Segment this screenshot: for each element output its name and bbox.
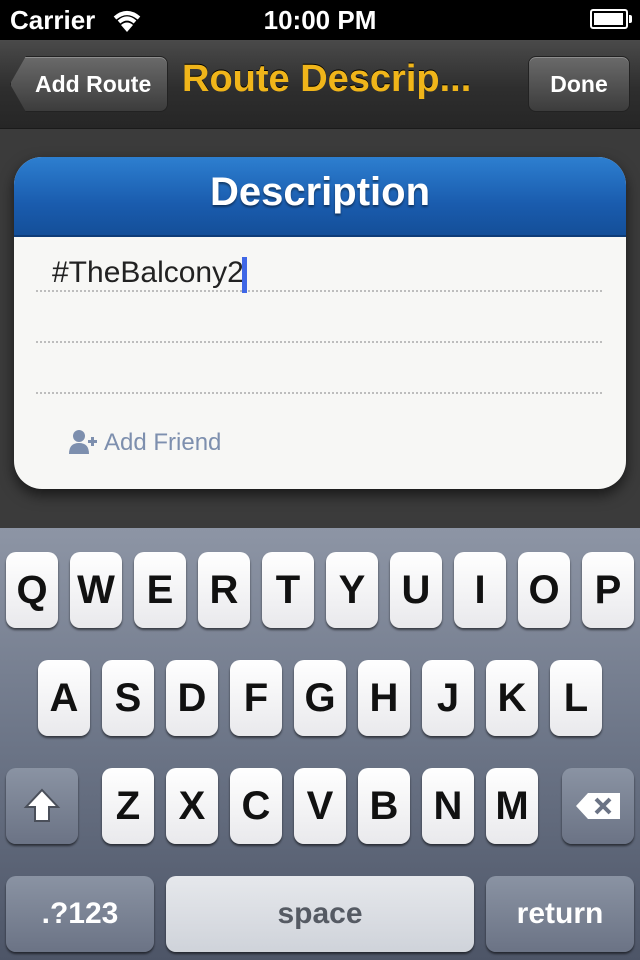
key-e[interactable]: E: [134, 552, 186, 628]
navigation-bar: Add Route Route Descrip... Done: [0, 40, 640, 129]
key-o[interactable]: O: [518, 552, 570, 628]
divider-line: [36, 341, 602, 343]
status-bar: Carrier 10:00 PM: [0, 0, 640, 40]
key-j[interactable]: J: [422, 660, 474, 736]
key-i[interactable]: I: [454, 552, 506, 628]
key-f[interactable]: F: [230, 660, 282, 736]
delete-key[interactable]: [562, 768, 634, 844]
done-button[interactable]: Done: [528, 56, 630, 112]
key-u[interactable]: U: [390, 552, 442, 628]
key-s[interactable]: S: [102, 660, 154, 736]
key-h[interactable]: H: [358, 660, 410, 736]
return-key[interactable]: return: [486, 876, 634, 952]
key-p[interactable]: P: [582, 552, 634, 628]
card-header: Description: [14, 157, 626, 237]
keyboard: Q W E R T Y U I O P A S D F G H J K L Z …: [0, 528, 640, 960]
battery-fill: [594, 13, 623, 25]
key-q[interactable]: Q: [6, 552, 58, 628]
key-x[interactable]: X: [166, 768, 218, 844]
space-key[interactable]: space: [166, 876, 474, 952]
description-card: Description #TheBalcony2 Add Friend: [14, 157, 626, 489]
shift-icon: [23, 788, 61, 822]
key-v[interactable]: V: [294, 768, 346, 844]
key-c[interactable]: C: [230, 768, 282, 844]
key-l[interactable]: L: [550, 660, 602, 736]
battery-icon: [590, 9, 632, 29]
key-b[interactable]: B: [358, 768, 410, 844]
back-button-label[interactable]: Add Route: [10, 56, 169, 112]
key-t[interactable]: T: [262, 552, 314, 628]
key-n[interactable]: N: [422, 768, 474, 844]
content-area: Description #TheBalcony2 Add Friend: [0, 129, 640, 528]
key-a[interactable]: A: [38, 660, 90, 736]
divider-line: [36, 290, 602, 292]
text-caret: [242, 257, 247, 293]
key-y[interactable]: Y: [326, 552, 378, 628]
divider-line: [36, 392, 602, 394]
key-z[interactable]: Z: [102, 768, 154, 844]
add-person-icon: [69, 430, 97, 454]
clock-label: 10:00 PM: [263, 5, 377, 35]
backspace-icon: [576, 793, 620, 819]
description-text-input[interactable]: #TheBalcony2: [52, 256, 244, 290]
key-d[interactable]: D: [166, 660, 218, 736]
key-k[interactable]: K: [486, 660, 538, 736]
key-g[interactable]: G: [294, 660, 346, 736]
shift-key[interactable]: [6, 768, 78, 844]
page-title: Route Descrip...: [182, 58, 472, 100]
card-title: Description: [209, 170, 431, 214]
add-friend-label: Add Friend: [104, 429, 222, 456]
key-w[interactable]: W: [70, 552, 122, 628]
key-r[interactable]: R: [198, 552, 250, 628]
key-m[interactable]: M: [486, 768, 538, 844]
numbers-key[interactable]: .?123: [6, 876, 154, 952]
